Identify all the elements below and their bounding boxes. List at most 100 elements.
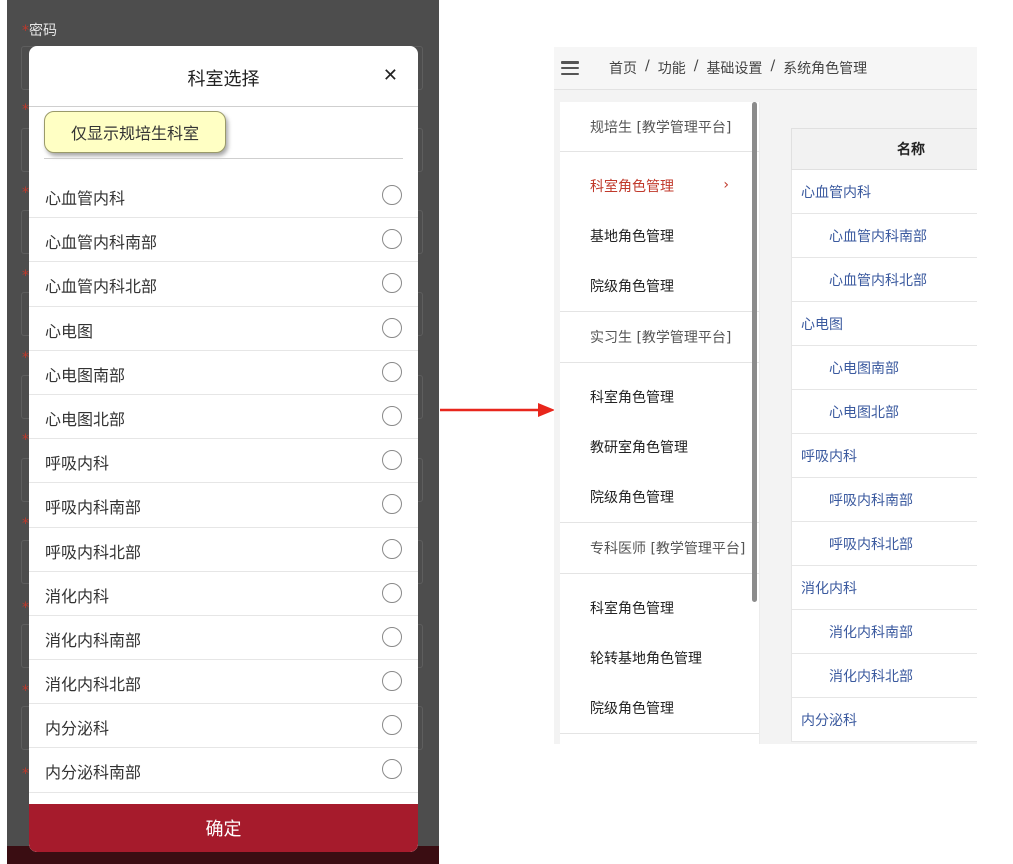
table-body: 心血管内科心血管内科南部 心血管内科北部心电图心电图南部心电图北部呼吸内科呼吸内科… xyxy=(791,170,977,742)
department-name: 心电图北部 xyxy=(45,409,126,429)
table-row[interactable]: 心电图 xyxy=(791,302,977,346)
department-link[interactable]: 呼吸内科 xyxy=(801,446,857,466)
required-marker: * xyxy=(22,350,29,366)
table-row[interactable]: 心电图北部 xyxy=(791,390,977,434)
department-name: 心电图南部 xyxy=(45,365,126,385)
breadcrumb: 首页 / 功能 / 基础设置 / 系统角色管理 xyxy=(609,58,867,78)
department-name: 内分泌科南部 xyxy=(45,763,142,783)
department-option[interactable]: 心电图北部 xyxy=(29,395,418,440)
department-link[interactable]: 消化内科北部 xyxy=(829,666,913,686)
radio-button[interactable] xyxy=(382,671,402,692)
department-link[interactable]: 心血管内科南部 xyxy=(829,226,927,246)
table-row[interactable]: 呼吸内科北部 xyxy=(791,522,977,566)
department-option[interactable]: 心血管内科北部 xyxy=(29,262,418,307)
department-link[interactable]: 消化内科南部 xyxy=(829,622,913,642)
department-name: 呼吸内科北部 xyxy=(45,542,142,562)
department-option[interactable]: 消化内科 xyxy=(29,572,418,616)
breadcrumb-item[interactable]: 系统角色管理 xyxy=(783,58,867,78)
department-link[interactable]: 心电图北部 xyxy=(829,402,899,422)
radio-button[interactable] xyxy=(382,494,402,515)
confirm-button[interactable]: 确定 xyxy=(29,804,418,852)
department-option[interactable]: 消化内科南部 xyxy=(29,616,418,661)
department-option[interactable]: 心电图 xyxy=(29,307,418,351)
sidebar-item[interactable]: 院级角色管理 xyxy=(560,683,759,733)
department-option[interactable]: 内分泌科 xyxy=(29,704,418,749)
department-option[interactable]: 呼吸内科北部 xyxy=(29,528,418,572)
table-row[interactable]: 消化内科南部 xyxy=(791,610,977,654)
table-row[interactable]: 心血管内科南部 xyxy=(791,214,977,258)
sidebar-item-label: 院级角色管理 xyxy=(590,490,674,506)
breadcrumb-item[interactable]: 基础设置 xyxy=(706,58,762,78)
sidebar-item[interactable]: 院级角色管理 xyxy=(560,472,759,522)
department-list: 心血管内科 心血管内科南部心血管内科北部 心电图心电图南部心电图北部呼吸内科呼吸内科… xyxy=(29,174,418,793)
menu-icon[interactable] xyxy=(561,61,579,75)
department-name: 心血管内科北部 xyxy=(45,277,158,297)
sidebar-item[interactable]: 教研室角色管理 xyxy=(560,422,759,472)
radio-button[interactable] xyxy=(382,450,402,471)
department-link[interactable]: 心电图 xyxy=(801,314,843,334)
department-option[interactable]: 呼吸内科南部 xyxy=(29,483,418,528)
department-name: 消化内科南部 xyxy=(45,630,142,650)
radio-button[interactable] xyxy=(382,273,402,294)
department-link[interactable]: 消化内科 xyxy=(801,578,857,598)
department-link[interactable]: 呼吸内科南部 xyxy=(829,490,913,510)
radio-button[interactable] xyxy=(382,229,402,250)
department-option[interactable]: 内分泌科南部 xyxy=(29,748,418,793)
sidebar-item[interactable]: 科室角色管理 › xyxy=(560,161,759,211)
top-bar: 首页 / 功能 / 基础设置 / 系统角色管理 xyxy=(554,47,977,90)
breadcrumb-separator: / xyxy=(645,58,650,74)
department-link[interactable]: 心血管内科 xyxy=(801,182,871,202)
department-link[interactable]: 呼吸内科北部 xyxy=(829,534,913,554)
required-marker: * xyxy=(22,600,29,616)
department-option[interactable]: 心电图南部 xyxy=(29,351,418,395)
department-link[interactable]: 内分泌科 xyxy=(801,710,857,730)
table-row[interactable]: 内分泌科 xyxy=(791,698,977,742)
radio-button[interactable] xyxy=(382,582,402,603)
breadcrumb-separator: / xyxy=(693,58,699,74)
admin-screen: 首页 / 功能 / 基础设置 / 系统角色管理 规培生 [教学管理平台] 科室角色管理 › 基地角… xyxy=(554,47,977,744)
sidebar-divider xyxy=(560,733,759,734)
department-option[interactable]: 呼吸内科 xyxy=(29,439,418,484)
close-icon[interactable]: ✕ xyxy=(383,65,398,86)
department-option[interactable]: 心血管内科南部 xyxy=(29,218,418,263)
department-option[interactable]: 消化内科北部 xyxy=(29,660,418,705)
required-marker: * xyxy=(22,102,29,118)
sidebar-item[interactable]: 院级角色管理 xyxy=(560,261,759,311)
required-marker: * xyxy=(22,432,29,448)
department-name: 呼吸内科 xyxy=(45,454,110,474)
arrow-right-icon xyxy=(440,403,555,417)
department-name: 心电图 xyxy=(45,321,94,341)
sidebar-group-title: 实习生 [教学管理平台] xyxy=(560,312,759,363)
table-row[interactable]: 心血管内科北部 xyxy=(791,258,977,302)
breadcrumb-item[interactable]: 功能 xyxy=(658,58,686,78)
sidebar-item[interactable]: 科室角色管理 xyxy=(560,372,759,422)
department-option[interactable]: 心血管内科 xyxy=(29,174,418,219)
table-row[interactable]: 心电图南部 xyxy=(791,346,977,390)
radio-button[interactable] xyxy=(382,715,402,736)
sidebar-item[interactable]: 科室角色管理 xyxy=(560,583,759,633)
radio-button[interactable] xyxy=(382,317,402,338)
breadcrumb-separator: / xyxy=(770,58,776,74)
radio-button[interactable] xyxy=(382,759,402,780)
sidebar-scrollbar[interactable] xyxy=(752,102,757,602)
radio-button[interactable] xyxy=(382,626,402,647)
table-row[interactable]: 心血管内科 xyxy=(791,170,977,214)
department-link[interactable]: 心电图南部 xyxy=(829,358,899,378)
radio-button[interactable] xyxy=(382,405,402,426)
table-row[interactable]: 呼吸内科南部 xyxy=(791,478,977,522)
department-name: 消化内科 xyxy=(45,586,110,606)
sidebar-item[interactable]: 轮转基地角色管理 xyxy=(560,633,759,683)
sidebar-item[interactable]: 基地角色管理 xyxy=(560,211,759,261)
filter-tooltip: 仅显示规培生科室 xyxy=(44,111,226,153)
table-row[interactable]: 消化内科北部 xyxy=(791,654,977,698)
department-link[interactable]: 心血管内科北部 xyxy=(829,270,927,290)
radio-button[interactable] xyxy=(382,185,402,205)
sidebar-item-label: 科室角色管理 xyxy=(590,390,674,406)
table-row[interactable]: 呼吸内科 xyxy=(791,434,977,478)
sidebar-item-label: 院级角色管理 xyxy=(590,279,674,295)
radio-button[interactable] xyxy=(382,538,402,559)
breadcrumb-item[interactable]: 首页 xyxy=(609,58,637,78)
radio-button[interactable] xyxy=(382,361,402,382)
sidebar-item-label: 轮转基地角色管理 xyxy=(590,651,702,667)
table-row[interactable]: 消化内科 xyxy=(791,566,977,610)
